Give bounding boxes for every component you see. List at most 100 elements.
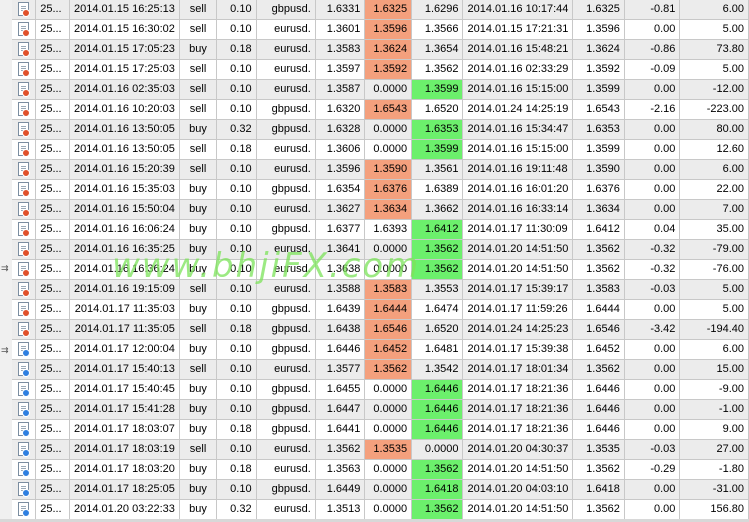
symbol-cell: gbpusd. [256, 379, 316, 400]
type-cell: sell [179, 359, 218, 380]
close-time-cell: 2014.01.24 14:25:19 [462, 99, 574, 120]
swap-cell: 0.00 [624, 399, 681, 420]
trade-row[interactable]: 25... 2014.01.16 19:15:09 sell 0.10 eurusd. 1… [12, 279, 749, 300]
trade-row[interactable]: 25... 2014.01.17 11:35:03 buy 0.10 gbpusd. 1.… [12, 299, 749, 320]
ticket-cell: 25... [35, 419, 70, 440]
swap-cell: 0.00 [624, 359, 681, 380]
swap-cell: -0.29 [624, 459, 681, 480]
size-cell: 0.10 [216, 59, 257, 80]
close-time-cell: 2014.01.20 14:51:50 [462, 459, 574, 480]
take-profit-cell: 1.3654 [411, 39, 464, 60]
close-price-cell: 1.6543 [572, 99, 625, 120]
symbol-cell: gbpusd. [256, 419, 316, 440]
close-time-cell: 2014.01.16 10:17:44 [462, 0, 574, 20]
close-time-cell: 2014.01.20 14:51:50 [462, 259, 574, 280]
close-price-cell: 1.3562 [572, 259, 625, 280]
ticket-cell: 25... [35, 59, 70, 80]
trade-row[interactable]: 25... 2014.01.17 18:25:05 buy 0.10 gbpusd. 1.… [12, 479, 749, 500]
open-time-cell: 2014.01.16 13:50:05 [69, 139, 180, 160]
size-cell: 0.10 [216, 179, 257, 200]
ticket-cell: 25... [35, 79, 70, 100]
close-price-cell: 1.3562 [572, 239, 625, 260]
trade-row[interactable]: 25... 2014.01.16 13:50:05 buy 0.32 gbpusd. 1.… [12, 119, 749, 140]
ticket-cell: 25... [35, 19, 70, 40]
close-time-cell: 2014.01.16 16:33:14 [462, 199, 574, 220]
swap-cell: -0.32 [624, 259, 681, 280]
stop-loss-cell: 0.0000 [364, 379, 413, 400]
take-profit-cell: 1.3599 [411, 139, 464, 160]
trade-row[interactable]: 25... 2014.01.17 15:40:45 buy 0.10 gbpusd. 1.… [12, 379, 749, 400]
trade-row[interactable]: 25... 2014.01.17 12:00:04 buy 0.10 gbpusd. 1.… [12, 339, 749, 360]
stop-loss-cell: 1.6393 [364, 219, 413, 240]
symbol-cell: eurusd. [256, 439, 316, 460]
symbol-cell: eurusd. [256, 139, 316, 160]
order-icon-cell [12, 499, 37, 520]
close-time-cell: 2014.01.17 11:59:26 [462, 299, 574, 320]
trade-row[interactable]: 25... 2014.01.17 18:03:20 buy 0.18 eurusd. 1.… [12, 459, 749, 480]
profit-cell: 80.00 [679, 119, 749, 140]
trade-row[interactable]: 25... 2014.01.16 13:50:05 sell 0.18 eurusd. 1… [12, 139, 749, 160]
order-icon-cell [12, 159, 37, 180]
trade-row[interactable]: 25... 2014.01.16 02:35:03 sell 0.10 eurusd. 1… [12, 79, 749, 100]
sell-order-icon [18, 262, 31, 278]
open-time-cell: 2014.01.16 02:35:03 [69, 79, 180, 100]
trade-row[interactable]: 25... 2014.01.16 16:35:25 buy 0.10 eurusd. 1.… [12, 239, 749, 260]
profit-cell: -31.00 [679, 479, 749, 500]
trade-row[interactable]: 25... 2014.01.16 15:35:03 buy 0.10 gbpusd. 1.… [12, 179, 749, 200]
open-time-cell: 2014.01.17 18:03:20 [69, 459, 180, 480]
size-cell: 0.10 [216, 199, 257, 220]
type-cell: sell [179, 139, 218, 160]
trade-row[interactable]: 25... 2014.01.17 18:03:19 sell 0.10 eurusd. 1… [12, 439, 749, 460]
take-profit-cell: 1.6520 [411, 319, 464, 340]
sell-order-icon [18, 102, 31, 118]
open-time-cell: 2014.01.16 16:35:25 [69, 239, 180, 260]
ticket-cell: 25... [35, 139, 70, 160]
swap-cell: 0.00 [624, 19, 681, 40]
order-icon-cell [12, 279, 37, 300]
take-profit-cell: 1.6389 [411, 179, 464, 200]
size-cell: 0.10 [216, 359, 257, 380]
trade-row[interactable]: 25... 2014.01.15 16:30:02 sell 0.10 eurusd. 1… [12, 19, 749, 40]
ticket-cell: 25... [35, 399, 70, 420]
sell-order-icon [18, 2, 31, 18]
trade-row[interactable]: 25... 2014.01.15 16:25:13 sell 0.10 gbpusd. 1… [12, 0, 749, 20]
trade-row[interactable]: 25... 2014.01.17 15:41:28 buy 0.10 gbpusd. 1.… [12, 399, 749, 420]
trade-row[interactable]: 25... 2014.01.16 10:20:03 sell 0.10 gbpusd. 1… [12, 99, 749, 120]
type-cell: buy [179, 419, 218, 440]
stop-loss-cell: 1.3634 [364, 199, 413, 220]
profit-cell: 35.00 [679, 219, 749, 240]
close-price-cell: 1.3562 [572, 359, 625, 380]
close-time-cell: 2014.01.17 15:39:17 [462, 279, 574, 300]
size-cell: 0.10 [216, 439, 257, 460]
close-time-cell: 2014.01.20 04:03:10 [462, 479, 574, 500]
trade-row[interactable]: 25... 2014.01.20 03:22:33 buy 0.32 eurusd. 1.… [12, 499, 749, 520]
open-price-cell: 1.6455 [315, 379, 366, 400]
type-cell: sell [179, 439, 218, 460]
buy-order-icon [18, 382, 31, 398]
symbol-cell: gbpusd. [256, 119, 316, 140]
trade-row[interactable]: 25... 2014.01.17 18:03:07 buy 0.18 gbpusd. 1.… [12, 419, 749, 440]
trade-row[interactable]: 25... 2014.01.15 17:25:03 sell 0.10 eurusd. 1… [12, 59, 749, 80]
take-profit-cell: 1.3542 [411, 359, 464, 380]
take-profit-cell: 1.6446 [411, 399, 464, 420]
swap-cell: 0.00 [624, 159, 681, 180]
profit-cell: 15.00 [679, 359, 749, 380]
trade-row[interactable]: 25... 2014.01.16 16:36:24 buy 0.10 eurusd. 1.… [12, 259, 749, 280]
open-price-cell: 1.3601 [315, 19, 366, 40]
trade-row[interactable]: 25... 2014.01.16 15:50:04 buy 0.10 eurusd. 1.… [12, 199, 749, 220]
open-time-cell: 2014.01.17 18:03:07 [69, 419, 180, 440]
symbol-cell: eurusd. [256, 459, 316, 480]
trade-row[interactable]: 25... 2014.01.17 15:40:13 sell 0.10 eurusd. 1… [12, 359, 749, 380]
trade-row[interactable]: 25... 2014.01.17 11:35:05 sell 0.18 gbpusd. 1… [12, 319, 749, 340]
open-price-cell: 1.3596 [315, 159, 366, 180]
left-gutter: ⇉ ⇉ [0, 0, 12, 522]
sell-order-icon [18, 302, 31, 318]
trade-row[interactable]: 25... 2014.01.16 16:06:24 buy 0.10 gbpusd. 1.… [12, 219, 749, 240]
trade-row[interactable]: 25... 2014.01.15 17:05:23 buy 0.18 eurusd. 1.… [12, 39, 749, 60]
swap-cell: -0.03 [624, 439, 681, 460]
sell-order-icon [18, 42, 31, 58]
trade-row[interactable]: 25... 2014.01.16 15:20:39 sell 0.10 eurusd. 1… [12, 159, 749, 180]
type-cell: buy [179, 39, 218, 60]
ticket-cell: 25... [35, 299, 70, 320]
ticket-cell: 25... [35, 379, 70, 400]
